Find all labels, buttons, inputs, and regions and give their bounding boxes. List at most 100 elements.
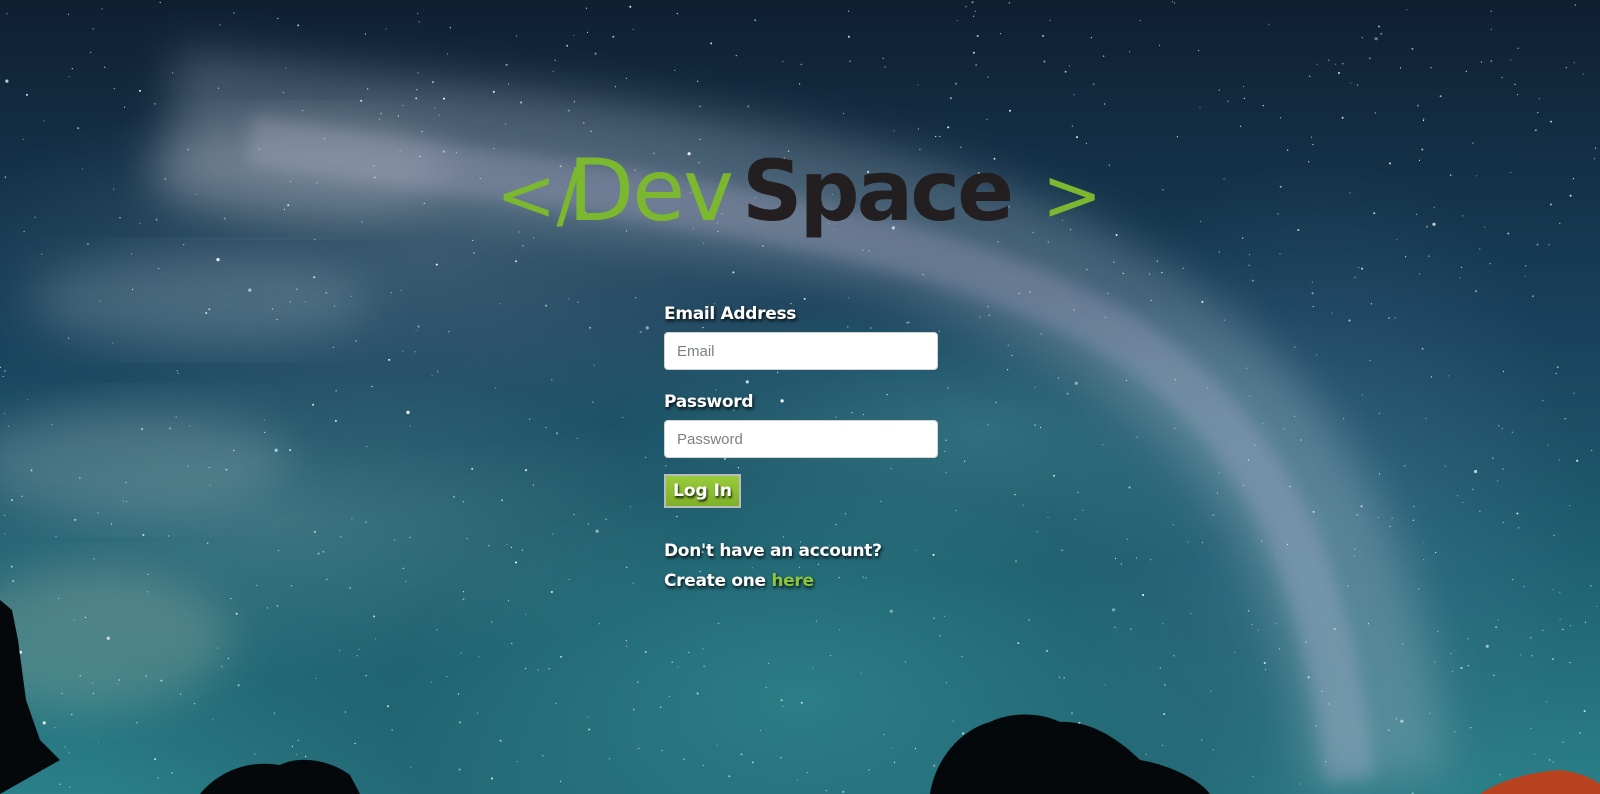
star bbox=[1552, 761, 1554, 763]
star bbox=[325, 291, 328, 294]
star bbox=[1388, 317, 1390, 319]
star bbox=[1015, 560, 1017, 562]
star bbox=[130, 253, 133, 255]
star bbox=[1223, 319, 1225, 321]
star bbox=[416, 89, 418, 91]
star bbox=[1573, 392, 1575, 394]
star bbox=[1076, 136, 1078, 139]
star bbox=[1501, 427, 1503, 430]
star bbox=[1201, 739, 1203, 741]
star bbox=[132, 288, 134, 290]
star bbox=[21, 495, 23, 497]
star bbox=[1148, 273, 1151, 275]
star bbox=[1254, 444, 1256, 446]
star bbox=[355, 340, 357, 342]
star bbox=[847, 35, 850, 38]
star bbox=[1073, 94, 1075, 96]
star bbox=[1559, 591, 1561, 593]
star bbox=[431, 81, 434, 84]
star bbox=[187, 465, 189, 467]
star bbox=[113, 88, 115, 90]
star bbox=[99, 300, 101, 302]
star bbox=[524, 667, 527, 670]
star bbox=[1514, 83, 1516, 85]
star bbox=[1452, 670, 1454, 673]
star bbox=[309, 765, 311, 767]
star bbox=[884, 66, 886, 68]
star bbox=[632, 582, 634, 584]
star bbox=[287, 204, 290, 207]
star bbox=[1524, 275, 1526, 277]
star bbox=[1240, 125, 1242, 127]
email-input[interactable] bbox=[664, 332, 938, 370]
star bbox=[1061, 549, 1063, 551]
star bbox=[266, 607, 268, 609]
star bbox=[1394, 317, 1396, 319]
star bbox=[661, 750, 663, 752]
login-button[interactable]: Log In bbox=[664, 474, 742, 508]
star bbox=[55, 536, 57, 538]
star bbox=[1173, 655, 1175, 657]
star bbox=[1243, 97, 1245, 99]
star bbox=[79, 675, 81, 677]
star bbox=[882, 57, 884, 59]
star bbox=[587, 523, 590, 525]
star bbox=[323, 138, 326, 140]
star bbox=[839, 629, 841, 631]
star bbox=[944, 450, 946, 452]
star bbox=[1472, 142, 1474, 144]
star bbox=[1022, 504, 1024, 506]
star bbox=[1562, 628, 1564, 631]
star bbox=[1389, 162, 1391, 165]
star bbox=[297, 24, 300, 27]
star bbox=[1248, 264, 1250, 266]
star bbox=[4, 533, 6, 535]
star bbox=[1400, 719, 1404, 723]
star bbox=[964, 460, 966, 462]
star bbox=[92, 28, 94, 30]
star bbox=[209, 484, 211, 486]
star bbox=[626, 645, 628, 647]
star bbox=[1078, 722, 1081, 725]
star bbox=[545, 426, 547, 429]
star bbox=[297, 739, 299, 742]
star bbox=[1341, 116, 1344, 119]
star bbox=[317, 785, 319, 788]
star bbox=[1367, 623, 1369, 625]
star bbox=[488, 545, 490, 547]
star bbox=[312, 403, 315, 406]
star bbox=[645, 456, 647, 459]
star bbox=[189, 425, 191, 427]
star bbox=[1490, 28, 1492, 30]
signup-here-link[interactable]: here bbox=[771, 571, 814, 591]
star bbox=[375, 638, 377, 640]
star bbox=[1591, 449, 1593, 451]
star bbox=[1596, 605, 1598, 607]
star bbox=[1308, 161, 1310, 163]
star bbox=[955, 82, 958, 85]
star bbox=[400, 289, 402, 291]
star bbox=[4, 176, 6, 178]
star bbox=[6, 13, 8, 15]
star bbox=[1103, 55, 1105, 57]
star bbox=[1411, 47, 1414, 50]
star bbox=[449, 27, 451, 29]
star bbox=[1584, 621, 1586, 623]
star bbox=[1234, 651, 1236, 654]
star bbox=[622, 416, 624, 418]
star bbox=[1470, 727, 1472, 729]
star bbox=[1333, 628, 1336, 630]
star bbox=[1243, 484, 1245, 486]
star bbox=[1120, 563, 1122, 565]
star bbox=[1328, 59, 1330, 61]
star bbox=[637, 681, 639, 683]
password-input[interactable] bbox=[664, 420, 938, 458]
star bbox=[1497, 480, 1499, 482]
star bbox=[560, 655, 563, 658]
star bbox=[216, 258, 220, 262]
star bbox=[891, 747, 893, 749]
star bbox=[399, 150, 401, 152]
star bbox=[699, 105, 701, 107]
star bbox=[605, 518, 607, 520]
star bbox=[740, 753, 743, 756]
